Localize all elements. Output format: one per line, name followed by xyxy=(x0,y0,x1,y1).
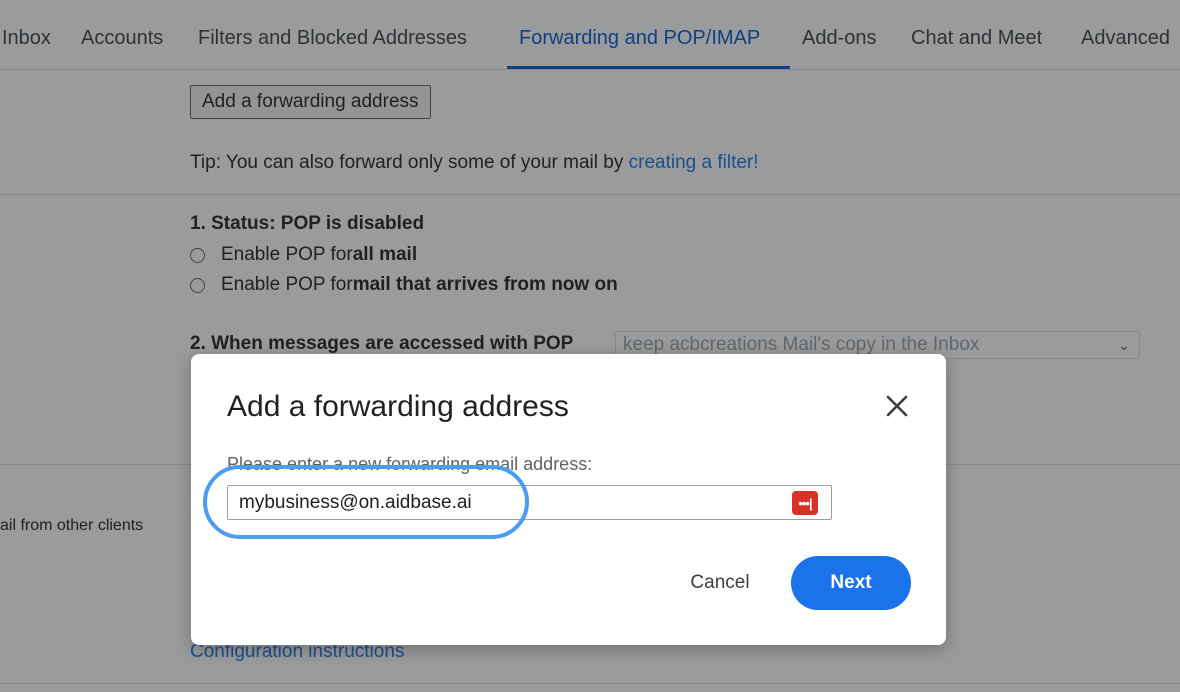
email-prompt: Please enter a new forwarding email addr… xyxy=(227,454,593,474)
dialog-title: Add a forwarding address xyxy=(227,390,569,423)
next-button[interactable]: Next xyxy=(791,556,911,610)
cancel-button[interactable]: Cancel xyxy=(665,558,775,608)
add-forwarding-dialog: Add a forwarding address Please enter a … xyxy=(191,354,946,645)
password-manager-icon[interactable]: •••| xyxy=(792,491,818,515)
forwarding-email-input[interactable] xyxy=(227,485,832,520)
close-icon[interactable] xyxy=(883,392,911,420)
